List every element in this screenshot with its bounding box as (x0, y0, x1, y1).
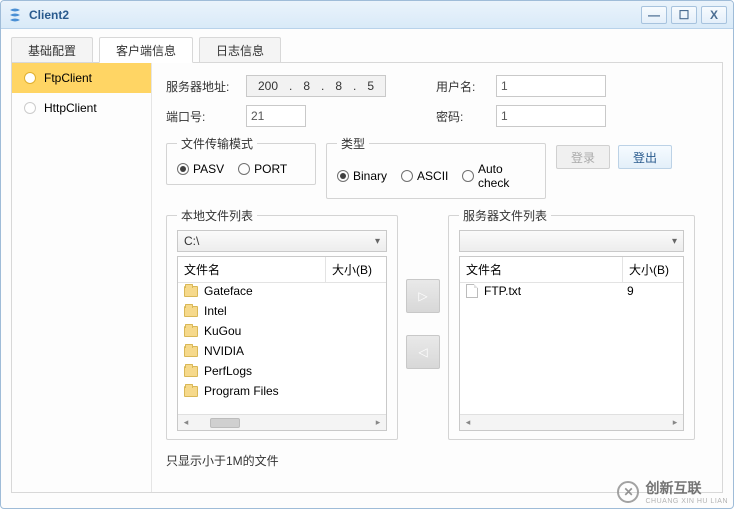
watermark: ✕ 创新互联 CHUANG XIN HU LIAN (617, 478, 728, 505)
list-item[interactable]: Intel (178, 301, 386, 321)
sidebar-item-label: FtpClient (44, 71, 92, 85)
col-size[interactable]: 大小(B) (326, 257, 386, 282)
radio-binary[interactable]: Binary (337, 169, 387, 183)
radio-icon (177, 163, 189, 175)
radio-pasv[interactable]: PASV (177, 162, 224, 176)
remote-path-combo[interactable]: ▾ (459, 230, 684, 252)
scroll-thumb[interactable] (210, 418, 240, 428)
list-item[interactable]: FTP.txt9 (460, 281, 683, 301)
radio-port[interactable]: PORT (238, 162, 287, 176)
arrow-left-icon: ◁ (418, 345, 427, 359)
radio-icon (401, 170, 413, 182)
list-item[interactable]: KuGou (178, 321, 386, 341)
upload-button[interactable]: ▷ (406, 279, 440, 313)
col-filename[interactable]: 文件名 (460, 257, 623, 282)
list-item[interactable]: Gateface (178, 281, 386, 301)
window-controls: — ☐ X (641, 6, 727, 24)
horizontal-scrollbar[interactable]: ◂▸ (460, 414, 683, 430)
ip-input[interactable]: 200. 8. 8. 5 (246, 75, 386, 97)
radio-icon (24, 102, 36, 114)
label-password: 密码: (436, 108, 486, 125)
sidebar-item-ftpclient[interactable]: FtpClient (12, 63, 151, 93)
radio-autocheck[interactable]: Auto check (462, 162, 535, 190)
list-item[interactable]: NVIDIA (178, 341, 386, 361)
username-input[interactable] (496, 75, 606, 97)
local-file-list[interactable]: 文件名 大小(B) Gateface Intel KuGou NVIDIA Pe… (177, 256, 387, 431)
list-header: 文件名 大小(B) (460, 257, 683, 283)
label-port: 端口号: (166, 108, 236, 125)
download-button[interactable]: ◁ (406, 335, 440, 369)
radio-icon (462, 170, 474, 182)
main-panel: FtpClient HttpClient 服务器地址: 200. 8. 8. 5 (11, 63, 723, 493)
col-size[interactable]: 大小(B) (623, 257, 683, 282)
footer-note: 只显示小于1M的文件 (166, 452, 708, 469)
fieldset-type: 类型 Binary ASCII Auto check (326, 135, 546, 199)
logout-button[interactable]: 登出 (618, 145, 672, 169)
login-button[interactable]: 登录 (556, 145, 610, 169)
title-bar: Client2 — ☐ X (1, 1, 733, 29)
content-area: 基础配置 客户端信息 日志信息 FtpClient HttpClient 服务器… (1, 29, 733, 508)
row-server: 服务器地址: 200. 8. 8. 5 用户名: (166, 75, 708, 97)
folder-icon (184, 366, 198, 377)
password-input[interactable] (496, 105, 606, 127)
list-header: 文件名 大小(B) (178, 257, 386, 283)
fieldset-local: 本地文件列表 C:\ ▾ 文件名 大小(B) (166, 207, 398, 440)
chevron-down-icon: ▾ (672, 236, 677, 247)
legend-local: 本地文件列表 (177, 207, 257, 224)
folder-icon (184, 326, 198, 337)
scroll-left-icon[interactable]: ◂ (460, 416, 476, 430)
row-port: 端口号: 密码: (166, 105, 708, 127)
list-item[interactable]: Program Files (178, 381, 386, 401)
local-path-combo[interactable]: C:\ ▾ (177, 230, 387, 252)
close-button[interactable]: X (701, 6, 727, 24)
maximize-button[interactable]: ☐ (671, 6, 697, 24)
folder-icon (184, 346, 198, 357)
file-icon (466, 284, 478, 298)
app-window: Client2 — ☐ X 基础配置 客户端信息 日志信息 FtpClient … (0, 0, 734, 509)
tab-basic-config[interactable]: 基础配置 (11, 37, 93, 62)
sidebar-item-label: HttpClient (44, 101, 97, 115)
col-filename[interactable]: 文件名 (178, 257, 326, 282)
watermark-logo-icon: ✕ (617, 481, 639, 503)
folder-icon (184, 306, 198, 317)
minimize-button[interactable]: — (641, 6, 667, 24)
sidebar: FtpClient HttpClient (12, 63, 152, 492)
label-username: 用户名: (436, 78, 486, 95)
radio-icon (238, 163, 250, 175)
fieldset-remote: 服务器文件列表 ▾ 文件名 大小(B) (448, 207, 695, 440)
arrow-right-icon: ▷ (418, 289, 427, 303)
label-server-addr: 服务器地址: (166, 78, 236, 95)
legend-transfer: 文件传输模式 (177, 135, 257, 152)
scroll-right-icon[interactable]: ▸ (370, 416, 386, 430)
radio-icon (24, 72, 36, 84)
panel-body: 服务器地址: 200. 8. 8. 5 用户名: 端口号: 密码: (152, 63, 722, 492)
list-item[interactable]: PerfLogs (178, 361, 386, 381)
sidebar-item-httpclient[interactable]: HttpClient (12, 93, 151, 123)
horizontal-scrollbar[interactable]: ◂▸ (178, 414, 386, 430)
app-icon (7, 7, 23, 23)
remote-file-list[interactable]: 文件名 大小(B) FTP.txt9 ◂▸ (459, 256, 684, 431)
file-lists-area: 本地文件列表 C:\ ▾ 文件名 大小(B) (166, 207, 708, 440)
radio-icon (337, 170, 349, 182)
port-input[interactable] (246, 105, 306, 127)
tab-client-info[interactable]: 客户端信息 (99, 37, 193, 63)
legend-remote: 服务器文件列表 (459, 207, 551, 224)
window-title: Client2 (29, 8, 69, 22)
login-buttons: 登录 登出 (556, 145, 672, 169)
fieldset-transfer-mode: 文件传输模式 PASV PORT (166, 135, 316, 185)
radio-ascii[interactable]: ASCII (401, 169, 448, 183)
scroll-right-icon[interactable]: ▸ (667, 416, 683, 430)
transfer-arrows: ▷ ◁ (406, 279, 440, 369)
tab-bar: 基础配置 客户端信息 日志信息 (11, 37, 723, 63)
scroll-left-icon[interactable]: ◂ (178, 416, 194, 430)
options-row: 文件传输模式 PASV PORT 类型 Binary ASCII Auto ch… (166, 135, 708, 199)
folder-icon (184, 286, 198, 297)
folder-icon (184, 386, 198, 397)
chevron-down-icon: ▾ (375, 236, 380, 247)
legend-type: 类型 (337, 135, 369, 152)
tab-log-info[interactable]: 日志信息 (199, 37, 281, 62)
